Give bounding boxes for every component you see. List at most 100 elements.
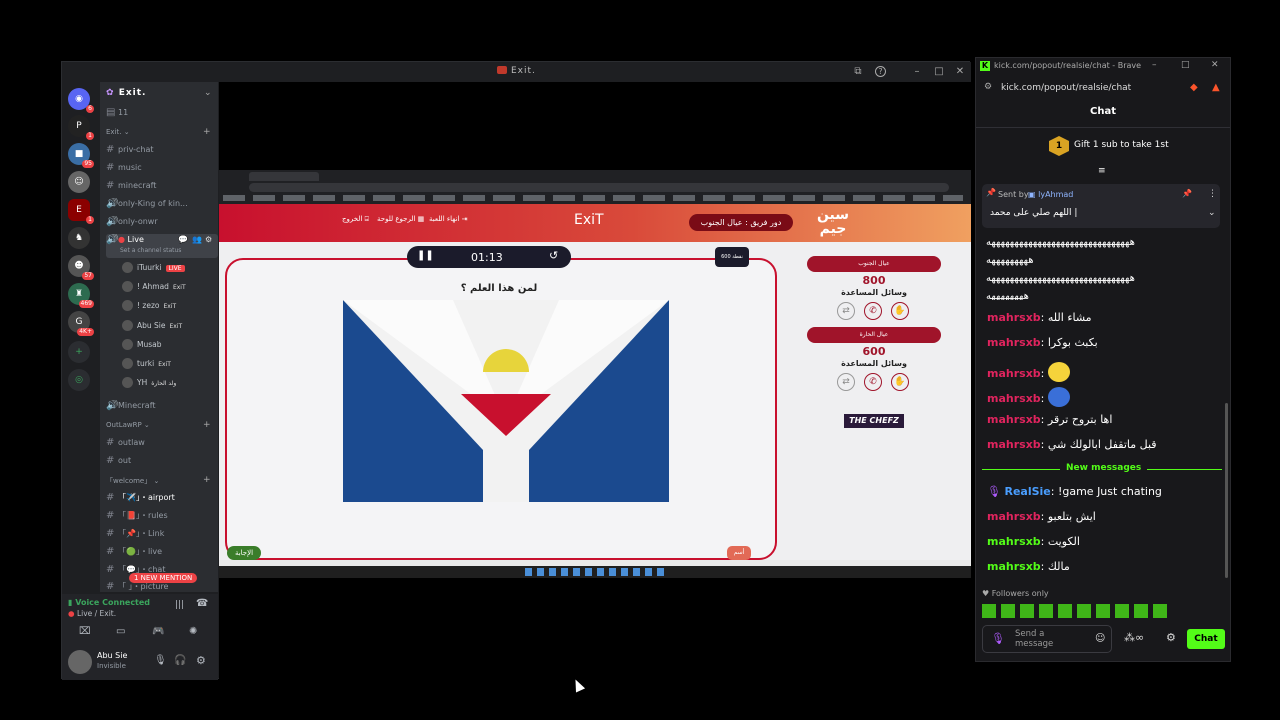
server-icon[interactable]: ♜ 469 [68,283,94,308]
chat-username[interactable]: mahrsxb [987,438,1041,451]
voice-user[interactable]: ! zezo ExiT [122,300,176,316]
maximize-icon[interactable]: □ [1181,60,1190,70]
chat-icon[interactable]: 💬 [178,235,188,244]
rewards-icon[interactable]: ⁂∞ [1124,631,1144,644]
chevron-down-icon[interactable]: ⌄ [204,88,212,98]
noise-icon[interactable]: ||| [175,600,184,610]
brave-shield-icon[interactable]: ◆ [1190,82,1198,93]
gear-icon[interactable]: ⚙ [1166,631,1176,644]
voice-user[interactable]: iTuurki LIVE [122,262,185,278]
soundboard-icon[interactable]: ✺ [189,626,197,637]
voice-user[interactable]: Abu Sie ExiT [122,320,182,336]
chat-username[interactable]: mahrsxb [987,510,1041,523]
menu-icon[interactable]: ≡ [1098,166,1106,176]
chevron-down-icon[interactable]: ⌄ [1208,208,1216,218]
server-icon[interactable]: P1 [68,115,94,140]
brave-rewards-icon[interactable]: ▲ [1212,82,1220,93]
channel-music[interactable]: # music [106,162,218,178]
swap-icon[interactable]: ⇄ [837,302,855,320]
chat-message[interactable]: mahrsxb: الكويت [987,535,1080,548]
send-chat-button[interactable]: Chat [1187,629,1225,649]
chat-username[interactable]: mahrsxb [987,535,1041,548]
headphones-icon[interactable]: 🎧 [174,655,186,666]
add-channel-icon[interactable]: + [203,420,211,430]
chat-message[interactable]: mahrsxb: [987,362,1070,382]
chat-username[interactable]: mahrsxb [987,311,1041,324]
chat-message[interactable]: mahrsxb: بكبث بوكرا [987,336,1098,349]
chat-message[interactable]: mahrsxb: ايش بتلعبو [987,510,1096,523]
chat-username[interactable]: mahrsxb [987,560,1041,573]
screen-share-icon[interactable]: ▭ [116,626,125,637]
explore-icon[interactable]: ◎ [68,369,90,391]
end-game-button[interactable]: انهاء اللعبة ⇥ [429,215,468,223]
exit-button[interactable]: الخروج ⍈ [342,215,369,224]
chat-message[interactable]: mahrsxb: اها بتروح ترقر [987,413,1112,426]
help-icon[interactable]: ? [875,66,886,77]
chat-input[interactable]: 🎙 Send a message ☺ [982,625,1112,653]
chat-message[interactable]: mahrsxb: مالك [987,560,1070,573]
phone-icon[interactable]: ✆ [864,302,882,320]
add-channel-icon[interactable]: + [203,127,211,137]
channel-status[interactable]: Set a channel status [120,247,181,254]
add-server-icon[interactable]: + [68,341,90,363]
server-name[interactable]: ✿ Exit. [106,88,146,98]
channel-rules[interactable]: # 「📕」・rules [106,510,218,526]
maximize-icon[interactable]: □ [932,66,946,77]
disconnect-icon[interactable]: ☎ [196,598,208,609]
voice-user[interactable]: ! Ahmad ExiT [122,281,186,297]
voice-minecraft[interactable]: 🔊Minecraft [106,400,218,416]
category-exit[interactable]: Exit. ⌄ [106,128,218,144]
voice-only-onwr[interactable]: 🔊only-onwr [106,216,218,232]
voice-user[interactable]: Musab [122,339,162,355]
channel-11[interactable]: ▤ 11 [106,107,218,123]
phone-icon[interactable]: ✆ [864,373,882,391]
voice-live-active[interactable]: 🔊● Live Set a channel status 💬 👥 ⚙ [106,234,218,258]
add-channel-icon[interactable]: + [203,475,211,485]
channel-live[interactable]: # 「🟢」・live [106,546,218,562]
chat-username[interactable]: mahrsxb [987,413,1041,426]
server-icon[interactable]: ☻ 57 [68,255,94,280]
stream-viewer[interactable]: سين جيم دور فريق : عيال الجنوب ExiT انها… [219,82,971,680]
channel-priv-chat[interactable]: # priv-chat [106,144,218,160]
invite-icon[interactable]: 👥 [192,235,202,244]
channel-link[interactable]: # 「📌」・Link [106,528,218,544]
team-name-button[interactable]: أسم [727,546,751,560]
back-board-button[interactable]: الرجوع للوحة ▦ [377,215,424,223]
server-icon-active[interactable]: E1 [68,199,94,224]
reset-icon[interactable]: ↺ [549,249,558,262]
server-icon[interactable]: ♞ [68,227,90,249]
chat-username[interactable]: mahrsxb [987,392,1041,405]
camera-off-icon[interactable]: ⌧ [79,626,91,637]
category-outlaw[interactable]: OutLawRP ⌄ [106,421,218,437]
chat-message[interactable]: 🎙 RealSie: !game Just chating [987,485,1162,498]
url-bar[interactable]: kick.com/popout/realsie/chat [1001,83,1131,93]
avatar[interactable] [68,650,92,674]
channel-out[interactable]: # out [106,455,218,471]
more-icon[interactable]: ⋮ [1208,189,1217,199]
close-icon[interactable]: ✕ [953,66,967,77]
site-settings-icon[interactable]: ⚙ [984,82,992,92]
voice-only-king[interactable]: 🔊only-King of kin... [106,198,218,214]
minimize-icon[interactable]: – [910,66,924,77]
new-mention-badge[interactable]: 1 NEW MENTION [129,573,198,583]
server-icon[interactable]: G 4K+ [68,311,94,336]
chat-message[interactable]: mahrsxb: [987,387,1070,407]
chat-username[interactable]: mahrsxb [987,367,1041,380]
gear-icon[interactable]: ⚙ [196,654,206,667]
swap-icon[interactable]: ⇄ [837,373,855,391]
category-welcome[interactable]: 「welcome」 ⌄ [106,476,218,492]
answer-button[interactable]: الإجابة [227,546,261,560]
gift-text[interactable]: Gift 1 sub to take 1st [1074,140,1169,150]
server-icon[interactable]: ■ 95 [68,143,94,168]
voice-user[interactable]: YH ولد الحارة [122,377,176,393]
voice-user[interactable]: turki ExiT [122,358,171,374]
emote-bar[interactable] [982,604,1172,618]
chat-message[interactable]: mahrsxb: مشاء الله [987,311,1092,324]
screen-share-icon[interactable]: ⧉ [851,66,865,77]
chat-message[interactable]: mahrsxb: قبل ماتقفل ابالولك شي [987,438,1157,451]
pause-icon[interactable]: ❚❚ [417,250,434,261]
hand-icon[interactable]: ✋ [891,302,909,320]
close-icon[interactable]: ✕ [1211,60,1219,70]
activity-icon[interactable]: 🎮 [152,626,164,637]
gear-icon[interactable]: ⚙ [205,235,212,244]
